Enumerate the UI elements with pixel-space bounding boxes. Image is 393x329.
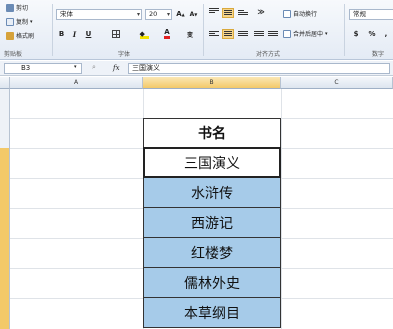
divider: [344, 4, 345, 56]
increase-indent-icon[interactable]: [268, 31, 278, 39]
row-header-selected[interactable]: [0, 148, 10, 329]
wrap-text-icon: [283, 9, 291, 18]
paint-bucket-icon: ◆: [139, 30, 149, 39]
font-name-select[interactable]: 宋体 ▾: [56, 9, 142, 20]
alignment-group-label: 对齐方式: [256, 51, 281, 58]
active-cell[interactable]: 三国演义: [143, 147, 281, 178]
divider: [203, 4, 204, 56]
font-color-icon: A: [164, 29, 170, 39]
borders-button[interactable]: [110, 28, 122, 40]
shrink-font-button[interactable]: A ▼: [189, 8, 198, 20]
phonetic-button[interactable]: 变: [183, 28, 197, 40]
number-format-select[interactable]: 常规: [349, 9, 393, 20]
format-painter-button[interactable]: 格式刷: [6, 31, 34, 40]
percent-button[interactable]: %: [367, 28, 377, 40]
font-color-button[interactable]: A: [160, 28, 174, 40]
function-wizard-icon[interactable]: ⌕: [92, 63, 96, 72]
grow-font-button[interactable]: A ▲: [176, 8, 185, 20]
chevron-down-icon: ▾: [166, 11, 170, 18]
font-group-label: 字体: [118, 51, 131, 58]
merge-center-button[interactable]: 合并后居中 ▾: [283, 29, 328, 38]
ribbon: 剪切 复制 ▾ 格式刷 剪贴板 宋体 ▾ 20 ▾ A ▲ A ▼ B I U ◆ …: [0, 0, 393, 60]
border-icon: [112, 30, 120, 38]
insert-function-button[interactable]: fx: [113, 64, 120, 72]
chevron-down-icon: ▾: [136, 11, 140, 18]
copy-button[interactable]: 复制 ▾: [6, 17, 33, 26]
align-bottom-icon[interactable]: [238, 10, 248, 18]
currency-icon: $: [353, 30, 359, 38]
name-box[interactable]: B3: [4, 63, 82, 74]
table-row[interactable]: 本草纲目: [143, 298, 281, 328]
bold-button[interactable]: B: [57, 28, 66, 40]
decrease-indent-icon[interactable]: [254, 31, 264, 39]
scissors-icon: [6, 3, 14, 12]
underline-button[interactable]: U: [84, 28, 93, 40]
align-top-icon[interactable]: [209, 8, 219, 16]
orientation-icon: ≫: [257, 8, 265, 16]
table-row[interactable]: 红楼梦: [143, 238, 281, 268]
wrap-text-button[interactable]: 自动换行: [283, 9, 317, 18]
orientation-button[interactable]: ≫: [254, 6, 268, 18]
formula-input[interactable]: 三国演义: [128, 63, 390, 74]
gridline: [281, 89, 282, 329]
copy-icon: [6, 17, 14, 26]
brush-icon: [6, 31, 14, 40]
align-middle-icon[interactable]: [222, 8, 234, 18]
font-size-select[interactable]: 20 ▾: [145, 9, 172, 20]
chevron-down-icon[interactable]: ▾: [74, 64, 77, 70]
table-header-cell[interactable]: 书名: [143, 118, 281, 148]
formula-bar: B3 ▾ ⌕ fx 三国演义: [0, 61, 393, 76]
merge-icon: [283, 29, 291, 38]
fill-color-button[interactable]: ◆: [137, 28, 151, 40]
currency-button[interactable]: $: [349, 28, 363, 40]
comma-button[interactable]: ,: [381, 28, 391, 40]
divider: [52, 4, 53, 56]
align-right-icon[interactable]: [238, 31, 248, 39]
column-header-c[interactable]: C: [281, 77, 393, 89]
column-header-b[interactable]: B: [143, 77, 281, 89]
table-row[interactable]: 儒林外史: [143, 268, 281, 298]
column-header-a[interactable]: A: [10, 77, 143, 89]
select-all-corner[interactable]: [0, 77, 10, 89]
wen-icon: 变: [186, 31, 193, 39]
clipboard-group-label: 剪贴板: [4, 51, 23, 58]
align-left-icon[interactable]: [209, 31, 219, 39]
align-center-icon[interactable]: [222, 29, 234, 39]
italic-button[interactable]: I: [70, 28, 79, 40]
table-row[interactable]: 水浒传: [143, 178, 281, 208]
table-row[interactable]: 西游记: [143, 208, 281, 238]
cut-button[interactable]: 剪切: [6, 3, 28, 12]
number-group-label: 数字: [372, 51, 385, 58]
comma-icon: ,: [384, 30, 388, 38]
